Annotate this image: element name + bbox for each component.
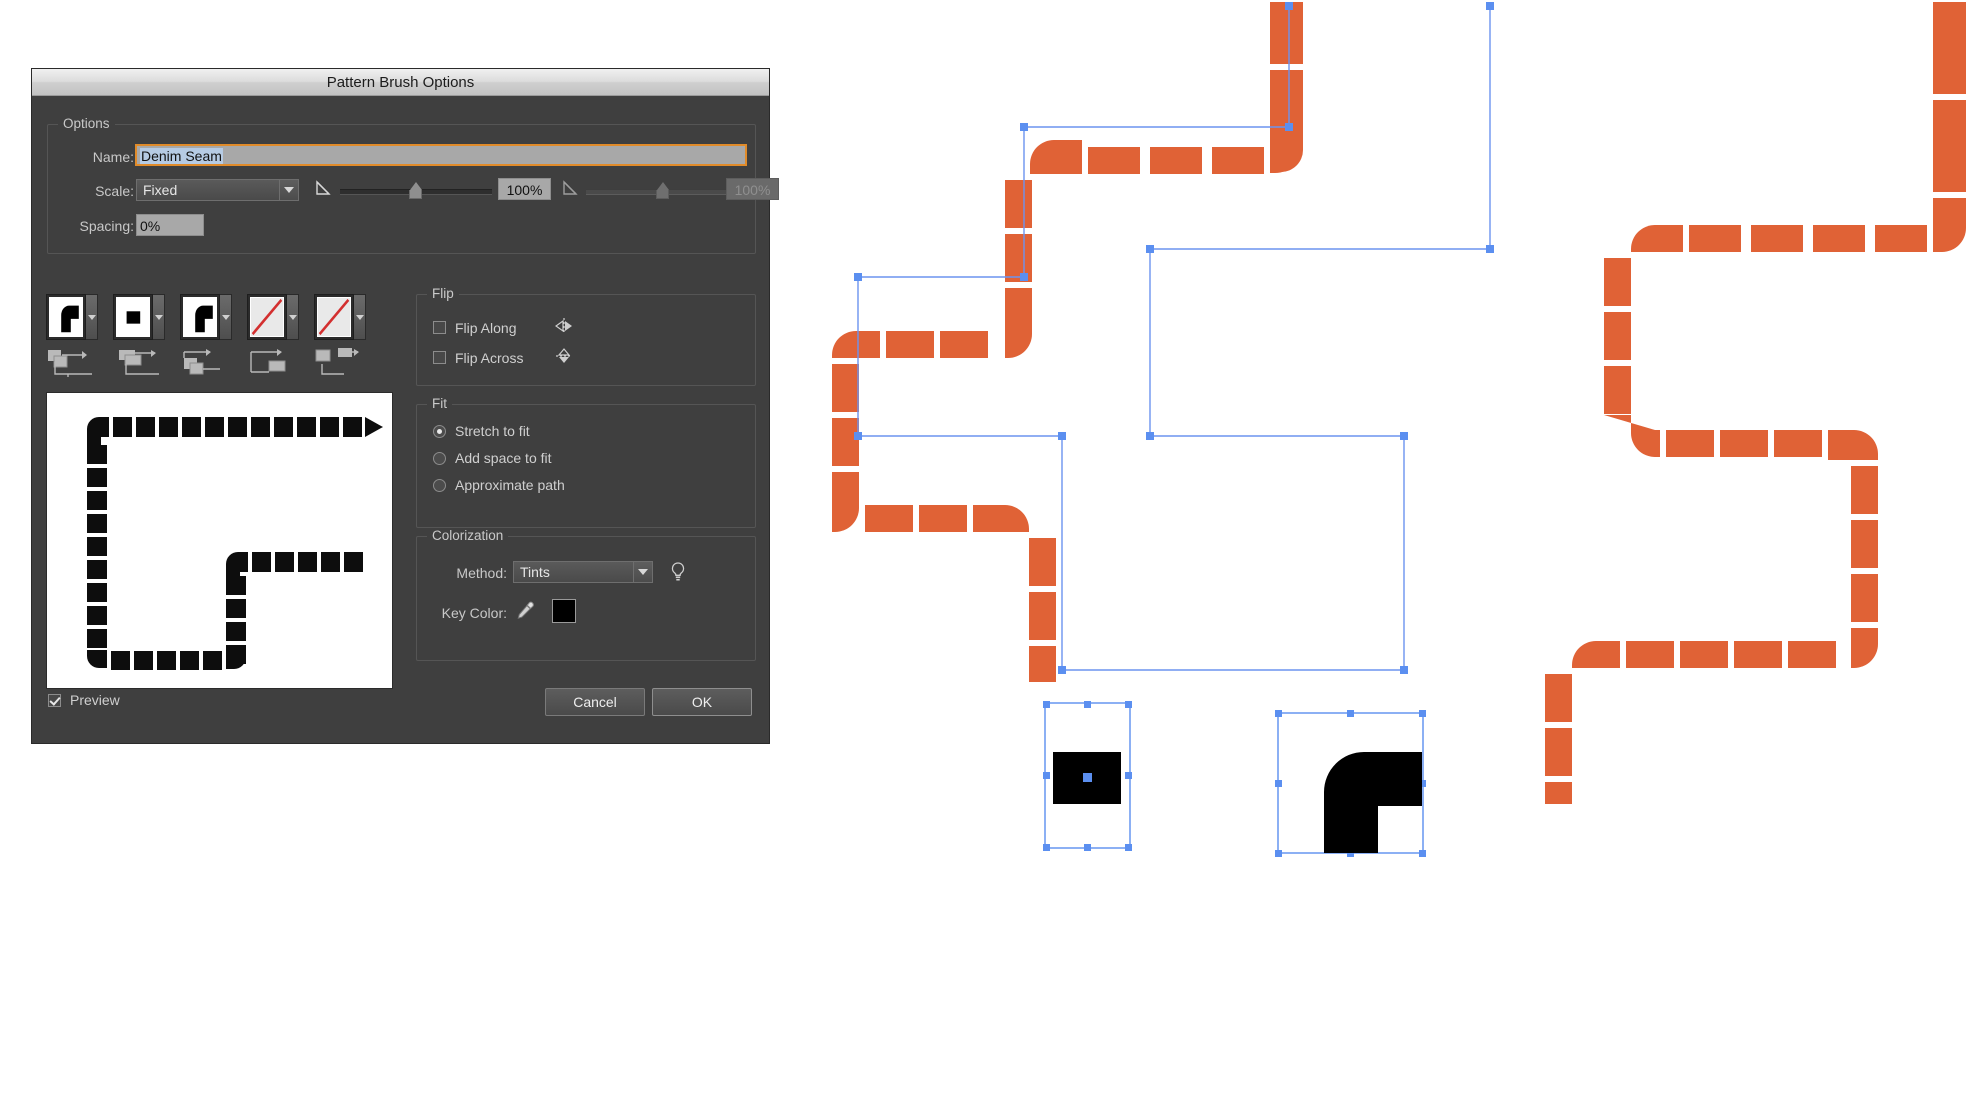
tile-button-end[interactable]: [314, 294, 366, 340]
scale-slider-primary[interactable]: [340, 180, 492, 200]
ok-button[interactable]: OK: [652, 688, 752, 716]
pattern-brush-stroke-artwork: [832, 2, 1966, 806]
selected-tile-square[interactable]: [1043, 701, 1132, 851]
tile-button-outer-corner[interactable]: [113, 294, 165, 340]
key-color-label: Key Color:: [417, 605, 507, 621]
options-group: Options Name: Denim Seam Scale: Fixed: [47, 124, 756, 254]
flip-group: Flip Flip Along Flip Across: [416, 294, 756, 386]
preview-label: Preview: [70, 692, 120, 708]
scale-slider-secondary[interactable]: [586, 180, 738, 200]
pattern-brush-options-dialog: Pattern Brush Options Options Name: Deni…: [32, 69, 769, 743]
tile-artwork-corner: [1324, 752, 1422, 853]
flip-along-row[interactable]: Flip Along: [433, 317, 575, 338]
scale-method-value: Fixed: [137, 182, 279, 198]
tile-swatch[interactable]: [113, 294, 153, 340]
dialog-title: Pattern Brush Options: [327, 74, 475, 91]
scale-method-select[interactable]: Fixed: [136, 179, 299, 201]
chevron-down-icon[interactable]: [86, 294, 98, 340]
tile-swatch[interactable]: [247, 294, 287, 340]
tile-position-icon-start: [247, 348, 295, 378]
eyedropper-icon[interactable]: [515, 600, 535, 627]
colorization-group: Colorization Method: Tints Key Color:: [416, 536, 756, 661]
preview-path-dashes: [47, 393, 392, 688]
flip-group-legend: Flip: [427, 286, 459, 301]
chevron-down-icon: [279, 180, 298, 200]
selected-tile-corner[interactable]: [1275, 710, 1426, 857]
fit-option-label: Add space to fit: [455, 450, 552, 466]
fit-option-label: Approximate path: [455, 477, 565, 493]
preview-row[interactable]: Preview: [48, 692, 120, 708]
fit-radio[interactable]: [433, 479, 446, 492]
fit-option-approximate-path[interactable]: Approximate path: [433, 477, 565, 493]
illustrator-artboard[interactable]: [800, 0, 1968, 1092]
spacing-label: Spacing:: [54, 218, 134, 234]
fit-radio[interactable]: [433, 425, 446, 438]
fit-option-label: Stretch to fit: [455, 423, 530, 439]
fit-radio[interactable]: [433, 452, 446, 465]
flip-along-icon: [555, 317, 575, 338]
name-input-value: Denim Seam: [140, 148, 223, 164]
fit-option-add-space-to-fit[interactable]: Add space to fit: [433, 450, 552, 466]
tile-position-icon-side: [46, 348, 94, 378]
square-shape-icon: [117, 298, 149, 336]
brush-preview-canvas: [46, 392, 393, 689]
lightbulb-icon[interactable]: [669, 561, 687, 588]
tile-swatch[interactable]: [314, 294, 354, 340]
method-label: Method:: [417, 565, 507, 581]
artwork-canvas[interactable]: [800, 0, 1968, 1092]
flip-along-checkbox[interactable]: [433, 321, 446, 334]
name-input[interactable]: Denim Seam: [136, 145, 746, 165]
tile-position-icon-inner-corner: [180, 348, 228, 378]
colorization-method-value: Tints: [514, 564, 633, 580]
options-group-legend: Options: [58, 116, 115, 131]
chevron-down-icon[interactable]: [287, 294, 299, 340]
chevron-down-icon[interactable]: [220, 294, 232, 340]
colorization-method-select[interactable]: Tints: [513, 561, 653, 583]
scale-arrow-icon-1: [314, 179, 334, 199]
fit-group: Fit Stretch to fit Add space to fit Appr…: [416, 404, 756, 528]
colorization-group-legend: Colorization: [427, 528, 508, 543]
chevron-down-icon: [633, 562, 652, 582]
tile-position-icon-end: [314, 348, 362, 378]
name-label: Name:: [68, 149, 134, 165]
flip-across-row[interactable]: Flip Across: [433, 347, 575, 368]
chevron-down-icon[interactable]: [153, 294, 165, 340]
none-diagonal-icon: [251, 298, 283, 336]
flip-along-label: Flip Along: [455, 320, 516, 336]
fit-group-legend: Fit: [427, 396, 452, 411]
spacing-input[interactable]: 0%: [136, 214, 204, 236]
tile-button-inner-corner[interactable]: [180, 294, 232, 340]
scale-label: Scale:: [62, 183, 134, 199]
flip-across-checkbox[interactable]: [433, 351, 446, 364]
preview-checkbox[interactable]: [48, 694, 61, 707]
scale-arrow-icon-2: [561, 179, 581, 199]
slider-knob[interactable]: [409, 182, 422, 199]
tile-button-side[interactable]: [46, 294, 98, 340]
none-diagonal-icon: [318, 298, 350, 336]
chevron-down-icon[interactable]: [354, 294, 366, 340]
tile-button-start[interactable]: [247, 294, 299, 340]
fit-option-stretch-to-fit[interactable]: Stretch to fit: [433, 423, 530, 439]
tile-position-icon-outer-corner: [113, 348, 161, 378]
flip-across-label: Flip Across: [455, 350, 523, 366]
slider-knob[interactable]: [656, 182, 669, 199]
tile-swatch[interactable]: [180, 294, 220, 340]
corner-shape-icon: [184, 298, 216, 336]
dialog-titlebar: Pattern Brush Options: [32, 69, 769, 96]
cancel-button[interactable]: Cancel: [545, 688, 645, 716]
key-color-swatch[interactable]: [552, 599, 576, 623]
tile-swatch[interactable]: [46, 294, 86, 340]
corner-shape-icon: [50, 298, 82, 336]
scale-value-input[interactable]: 100%: [498, 178, 551, 200]
flip-across-icon: [555, 347, 575, 368]
scale-value-secondary-input: 100%: [726, 178, 779, 200]
